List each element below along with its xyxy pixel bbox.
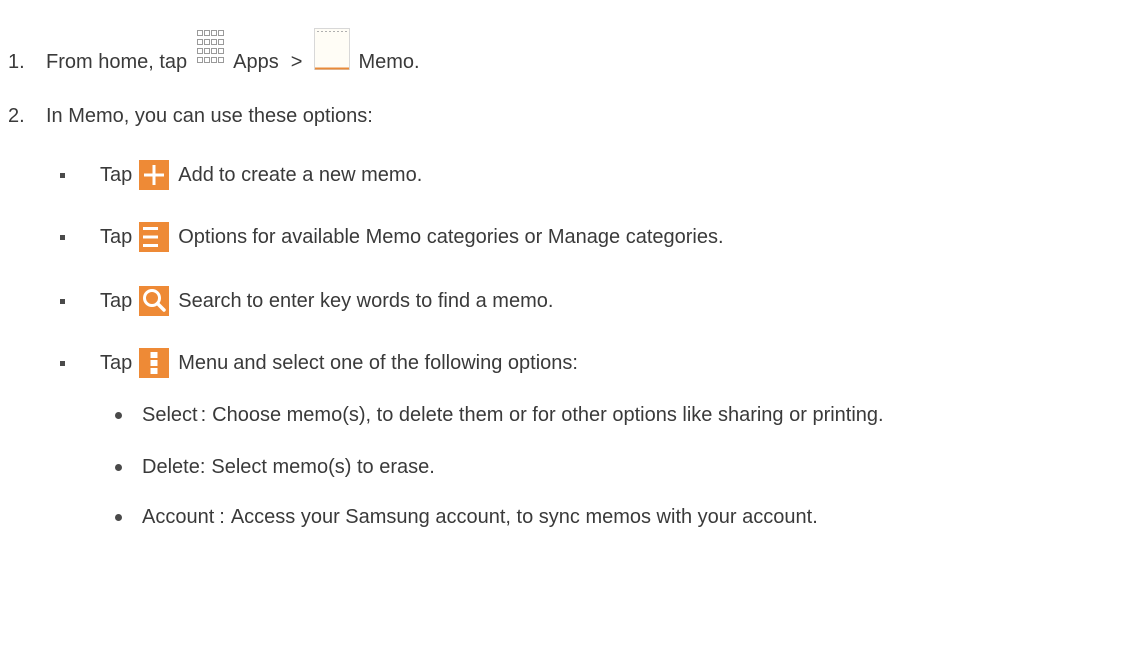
square-bullet [60,360,65,366]
menu-option-separator: : [199,455,206,478]
option-label: Menu [178,351,229,374]
period: . [414,50,420,73]
option-label: Options [178,225,248,248]
memo-icon [314,26,351,70]
square-bullet [60,172,65,178]
option-label: Add [178,163,214,186]
memo-label: Memo [358,50,415,73]
round-bullet [115,463,122,471]
step-text: From home, tap [46,50,188,73]
search-icon [139,286,170,316]
step-number: 1. [8,50,25,73]
step-number: 2. [8,104,25,127]
tap-text: Tap [100,225,133,248]
option-description: and select one of the following options: [233,351,578,374]
options-icon [139,222,170,252]
menu-option-account: Account : Access your Samsung account, t… [115,502,818,532]
square-bullet [60,234,65,240]
option-menu: Tap Menu and select one of the following… [60,348,578,378]
square-bullet [60,298,65,304]
menu-option-label: Account [142,505,215,528]
menu-option-label: Delete [142,455,200,478]
menu-option-separator: : [200,403,207,426]
option-description: to create a new memo. [218,163,423,186]
step-text: In Memo, you can use these options: [46,104,373,127]
separator: > [290,50,303,73]
round-bullet [115,411,122,419]
menu-icon [139,348,170,378]
tap-text: Tap [100,163,133,186]
step-2: 2. In Memo, you can use these options: [8,101,373,131]
menu-option-description: Choose memo(s), to delete them or for ot… [212,403,884,426]
apps-grid-icon [195,30,227,68]
apps-label: Apps [233,50,279,73]
menu-option-delete: Delete : Select memo(s) to erase. [115,452,435,482]
menu-option-separator: : [219,505,225,528]
tap-text: Tap [100,289,133,312]
menu-option-description: Select memo(s) to erase. [211,455,435,478]
option-options: Tap Options for available Memo categorie… [60,222,724,252]
menu-option-label: Select [142,403,198,426]
option-add: Tap Add to create a new memo. [60,160,422,190]
menu-option-description: Access your Samsung account, to sync mem… [230,505,818,528]
menu-option-select: Select : Choose memo(s), to delete them … [115,400,884,430]
add-icon [139,160,170,190]
option-description: for available Memo categories or Manage … [252,225,724,248]
step-1: 1. From home, tap Apps > Memo . [8,28,420,77]
memo-instructions: 1. From home, tap Apps > Memo . 2. In Me… [0,0,1143,666]
option-description: to enter key words to find a memo. [246,289,554,312]
option-search: Tap Search to enter key words to find a … [60,286,553,316]
round-bullet [115,513,122,521]
option-label: Search [178,289,242,312]
tap-text: Tap [100,351,133,374]
